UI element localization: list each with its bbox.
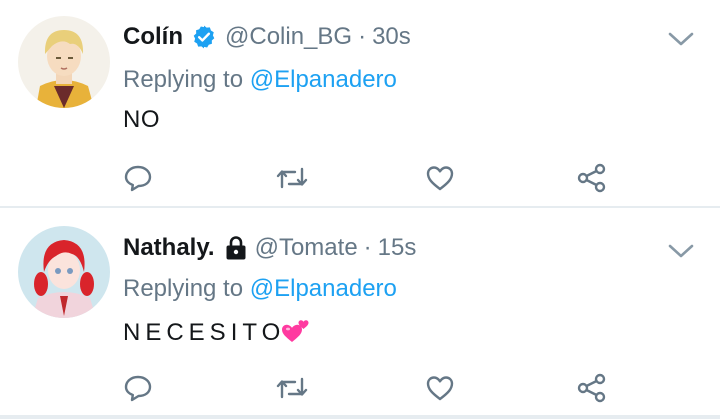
like-button[interactable] bbox=[420, 158, 460, 198]
reply-mention-link[interactable]: @Elpanadero bbox=[250, 66, 397, 93]
share-button[interactable] bbox=[572, 368, 612, 408]
share-button[interactable] bbox=[572, 158, 612, 198]
tweet-actions bbox=[0, 368, 720, 408]
tweet-header: Colín @Colin_BG · 30s bbox=[123, 23, 411, 51]
avatar[interactable] bbox=[18, 226, 110, 318]
display-name[interactable]: Colín bbox=[123, 23, 183, 51]
retweet-icon bbox=[274, 373, 310, 403]
reply-prefix: Replying to bbox=[123, 275, 244, 302]
tweet-text: NECESITO bbox=[123, 316, 311, 347]
separator: · bbox=[358, 23, 367, 50]
timestamp[interactable]: 30s bbox=[372, 23, 411, 51]
display-name[interactable]: Nathaly. bbox=[123, 234, 215, 262]
reply-prefix: Replying to bbox=[123, 66, 244, 93]
avatar[interactable] bbox=[18, 16, 110, 108]
heart-icon bbox=[425, 163, 455, 193]
share-icon bbox=[576, 372, 608, 404]
timestamp[interactable]: 15s bbox=[378, 234, 417, 262]
tweet-text-content: NECESITO bbox=[123, 319, 286, 346]
share-icon bbox=[576, 162, 608, 194]
reply-icon bbox=[123, 373, 153, 403]
tweet-text: NO bbox=[123, 106, 160, 133]
chevron-down-icon[interactable] bbox=[666, 240, 696, 262]
tweet-item[interactable]: Nathaly. @Tomate · 15s Replying to @Elpa… bbox=[0, 208, 720, 415]
retweet-button[interactable] bbox=[272, 158, 312, 198]
reply-button[interactable] bbox=[118, 158, 158, 198]
tweet-divider bbox=[0, 415, 720, 419]
separator: · bbox=[363, 234, 372, 261]
two-hearts-emoji-icon bbox=[281, 316, 311, 344]
reply-mention-link[interactable]: @Elpanadero bbox=[250, 275, 397, 302]
tweet-actions bbox=[0, 158, 720, 198]
chevron-down-icon[interactable] bbox=[666, 28, 696, 50]
retweet-button[interactable] bbox=[272, 368, 312, 408]
tweet-item[interactable]: Colín @Colin_BG · 30s Replying to @Elpan… bbox=[0, 0, 720, 206]
lock-icon bbox=[225, 235, 247, 261]
like-button[interactable] bbox=[420, 368, 460, 408]
tweet-header: Nathaly. @Tomate · 15s bbox=[123, 234, 416, 262]
handle[interactable]: @Colin_BG bbox=[225, 23, 352, 51]
replying-to: Replying to @Elpanadero bbox=[123, 275, 397, 303]
reply-button[interactable] bbox=[118, 368, 158, 408]
reply-icon bbox=[123, 163, 153, 193]
handle[interactable]: @Tomate bbox=[255, 234, 358, 262]
replying-to: Replying to @Elpanadero bbox=[123, 66, 397, 94]
retweet-icon bbox=[274, 163, 310, 193]
verified-badge-icon bbox=[191, 24, 217, 50]
heart-icon bbox=[425, 373, 455, 403]
